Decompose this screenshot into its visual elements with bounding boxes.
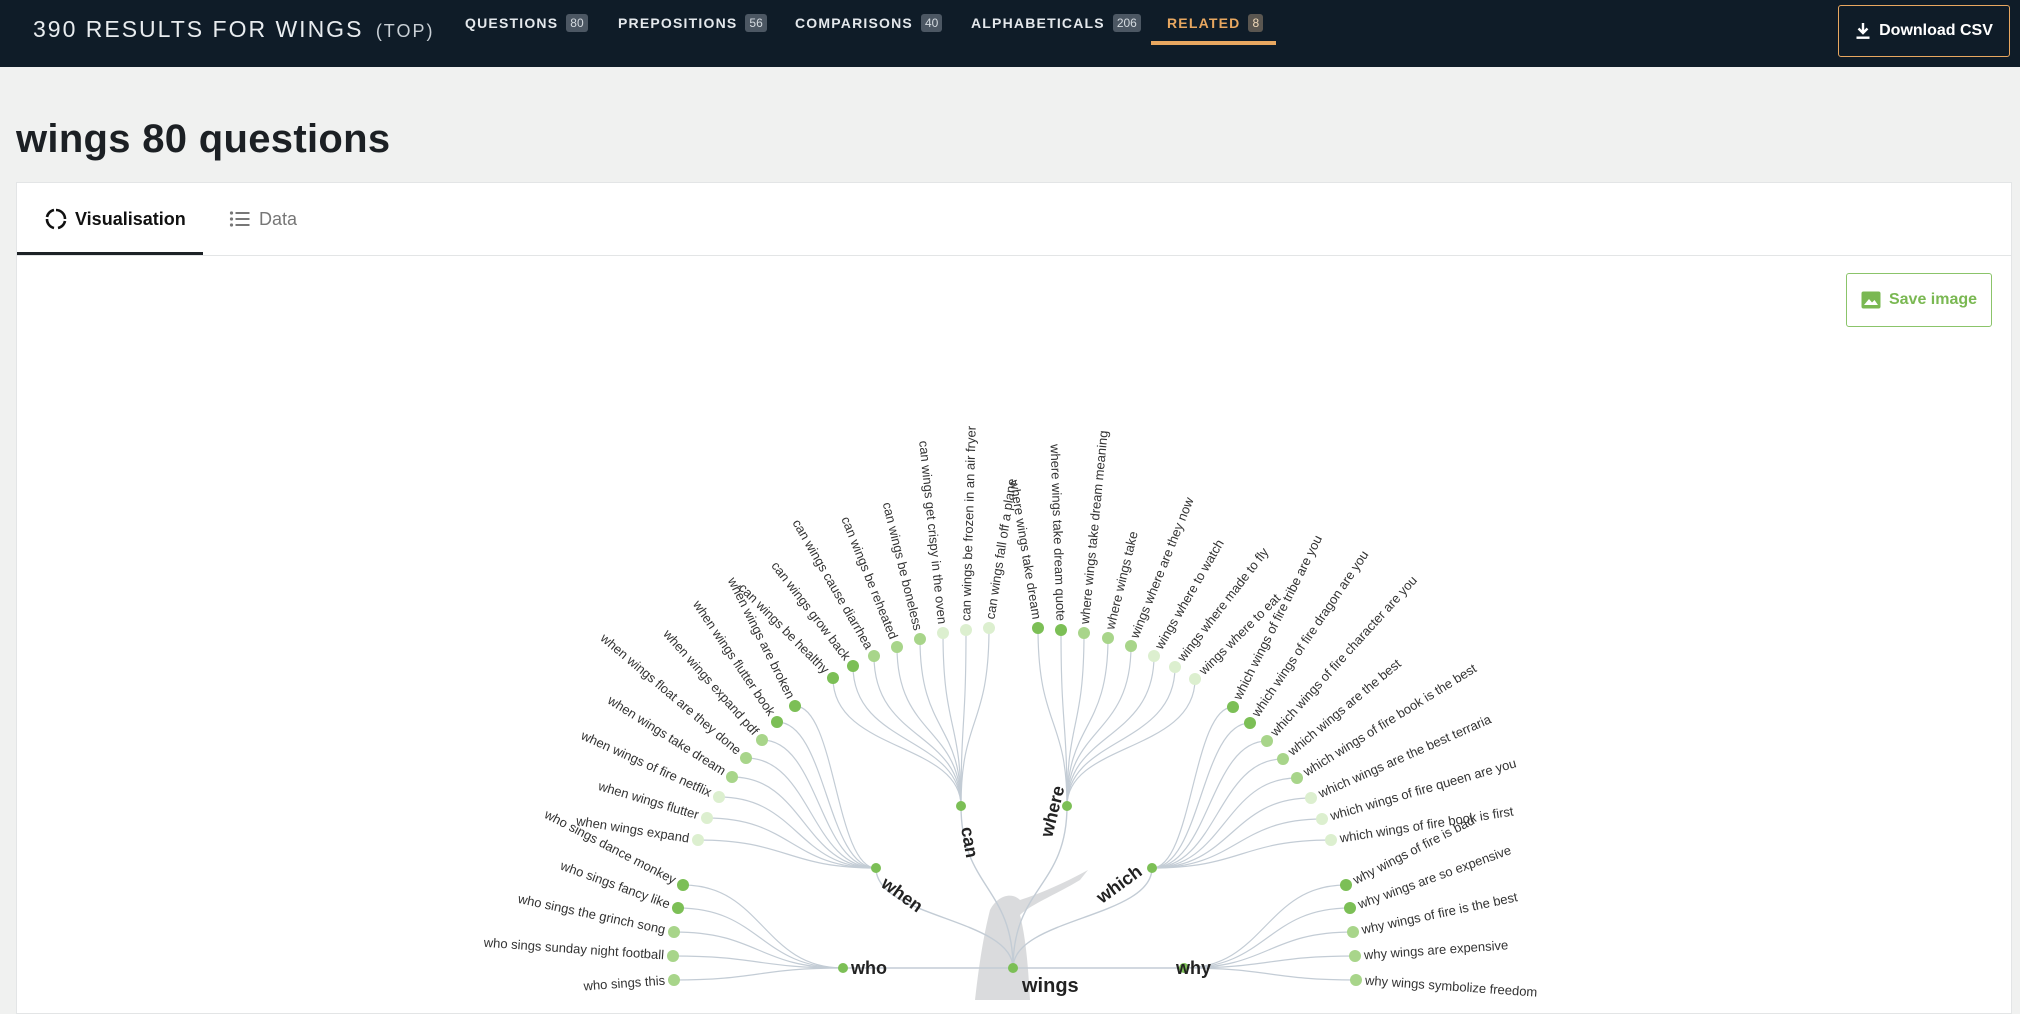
leaf-node[interactable] — [960, 624, 972, 636]
tree-link — [1151, 839, 1332, 869]
leaf-label[interactable]: where wings take dream quote — [1047, 443, 1068, 621]
leaf-node[interactable] — [701, 812, 713, 824]
tree-link — [1066, 678, 1196, 807]
tree-link — [1037, 627, 1068, 807]
leaf-node[interactable] — [1169, 661, 1181, 673]
tree-link — [682, 884, 844, 969]
leaf-node[interactable] — [668, 974, 680, 986]
leaf-node[interactable] — [1340, 879, 1352, 891]
leaf-node[interactable] — [1261, 735, 1273, 747]
leaf-label[interactable]: where wings take dream — [1007, 478, 1045, 620]
leaf-node[interactable] — [1055, 624, 1067, 636]
branch-label[interactable]: who — [850, 958, 887, 978]
branch-label[interactable]: can — [957, 825, 982, 859]
tree-link — [960, 627, 990, 807]
branch-label[interactable]: when — [877, 872, 927, 916]
tree-link — [697, 839, 877, 869]
leaf-node[interactable] — [1102, 632, 1114, 644]
leaf-node[interactable] — [1227, 701, 1239, 713]
tree-link — [832, 677, 962, 807]
leaf-node[interactable] — [1344, 902, 1356, 914]
leaf-node[interactable] — [692, 834, 704, 846]
tree-link — [794, 705, 877, 869]
branch-label[interactable]: which — [1092, 861, 1146, 908]
leaf-node[interactable] — [713, 791, 725, 803]
tree-link — [673, 967, 844, 981]
tree-link — [776, 721, 877, 869]
question-tree-visualisation: can wings be healthycan wings grow backc… — [482, 425, 1538, 1000]
leaf-label[interactable]: wings where are they now — [1127, 495, 1197, 642]
leaf-label[interactable]: where wings take dream meaning — [1077, 430, 1111, 626]
leaf-node[interactable] — [868, 650, 880, 662]
leaf-node[interactable] — [726, 771, 738, 783]
leaf-node[interactable] — [1316, 813, 1328, 825]
branch-label[interactable]: where — [1036, 784, 1068, 840]
tree-link — [1183, 884, 1347, 969]
leaf-node[interactable] — [1244, 717, 1256, 729]
tree-link — [896, 646, 962, 807]
leaf-node[interactable] — [667, 950, 679, 962]
leaf-node[interactable] — [827, 672, 839, 684]
leaf-node[interactable] — [1032, 622, 1044, 634]
leaf-node[interactable] — [937, 627, 949, 639]
tree-link — [1151, 706, 1234, 869]
tree-link — [873, 655, 962, 807]
tree-link — [1151, 740, 1268, 869]
branch-node[interactable] — [956, 801, 966, 811]
branch-node[interactable] — [871, 863, 881, 873]
leaf-node[interactable] — [1347, 926, 1359, 938]
leaf-node[interactable] — [789, 700, 801, 712]
leaf-node[interactable] — [1189, 673, 1201, 685]
leaf-label[interactable]: why wings are expensive — [1362, 937, 1508, 962]
leaf-node[interactable] — [668, 926, 680, 938]
tree-link — [706, 817, 877, 869]
leaf-node[interactable] — [847, 660, 859, 672]
leaf-node[interactable] — [1325, 834, 1337, 846]
leaf-node[interactable] — [1349, 950, 1361, 962]
leaf-node[interactable] — [771, 716, 783, 728]
leaf-node[interactable] — [1078, 627, 1090, 639]
tree-link — [852, 665, 962, 807]
leaf-label[interactable]: can wings be frozen in an air fryer — [958, 425, 978, 621]
leaf-node[interactable] — [1277, 753, 1289, 765]
leaf-node[interactable] — [1291, 772, 1303, 784]
leaf-node[interactable] — [740, 752, 752, 764]
leaf-node[interactable] — [1350, 974, 1362, 986]
branch-node[interactable] — [1147, 863, 1157, 873]
leaf-node[interactable] — [1305, 792, 1317, 804]
tree-link — [1151, 777, 1298, 869]
tree-link — [1066, 666, 1176, 807]
tree-link — [1066, 655, 1155, 807]
leaf-label[interactable]: can wings get crispy in the oven — [916, 440, 950, 625]
leaf-node[interactable] — [672, 902, 684, 914]
center-label: wings — [1021, 975, 1079, 997]
leaf-node[interactable] — [891, 641, 903, 653]
leaf-node[interactable] — [1148, 650, 1160, 662]
branch-node[interactable] — [838, 963, 848, 973]
leaf-label[interactable]: who sings this — [582, 973, 666, 994]
leaf-label[interactable]: why wings symbolize freedom — [1363, 973, 1537, 1000]
leaf-node[interactable] — [756, 734, 768, 746]
tree-link — [731, 776, 877, 869]
root-node — [1008, 963, 1018, 973]
tree-link — [1151, 722, 1251, 869]
leaf-node[interactable] — [1125, 640, 1137, 652]
leaf-node[interactable] — [983, 622, 995, 634]
tree-link — [761, 739, 877, 869]
branch-label[interactable]: why — [1175, 958, 1211, 978]
leaf-node[interactable] — [914, 633, 926, 645]
leaf-node[interactable] — [677, 879, 689, 891]
leaf-label[interactable]: who sings sunday night football — [482, 935, 664, 963]
tree-link — [677, 907, 844, 969]
